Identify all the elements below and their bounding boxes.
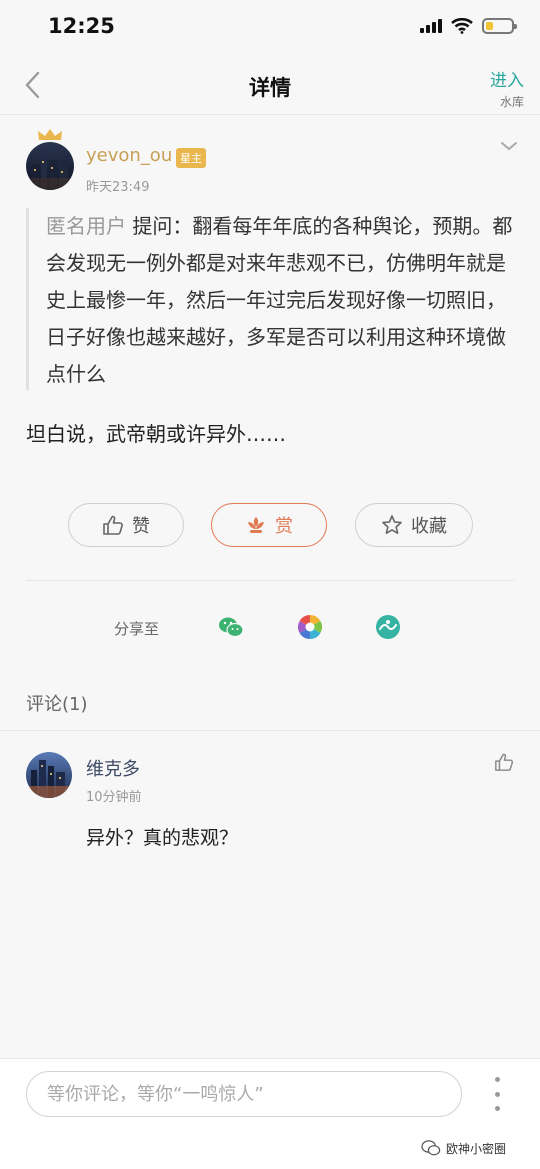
- wifi-icon: [451, 18, 473, 34]
- enter-sub-label: 水库: [499, 95, 524, 109]
- enter-button[interactable]: 进入 水库: [490, 66, 524, 110]
- composer-bar: 欧神小密圈: [0, 1058, 540, 1169]
- answer-text: 坦白说，武帝朝或许异外……: [26, 422, 286, 446]
- chevron-down-icon[interactable]: [500, 140, 518, 152]
- comments-divider: [0, 730, 540, 731]
- wechat-icon[interactable]: [217, 613, 245, 641]
- watermark-brand: 欧神小密圈: [420, 1139, 506, 1157]
- crown-icon: [38, 129, 62, 140]
- reward-button[interactable]: 赏: [211, 503, 327, 547]
- watermark-text: 欧神小密圈: [446, 1141, 507, 1156]
- comment-like-icon[interactable]: [494, 752, 514, 772]
- page-title: 详情: [249, 76, 291, 100]
- share-label: 分享至: [114, 620, 160, 638]
- like-label: 赞: [132, 516, 150, 537]
- actions-divider: [26, 580, 514, 581]
- comment-input[interactable]: [26, 1071, 462, 1117]
- star-icon: [382, 515, 402, 534]
- commenter-avatar[interactable]: [26, 752, 72, 798]
- favorite-label: 收藏: [411, 516, 447, 537]
- like-button[interactable]: 赞: [68, 503, 184, 547]
- comment-text: 异外？真的悲观？: [86, 827, 239, 849]
- quote-bar: [26, 208, 29, 390]
- nav-divider: [0, 114, 540, 115]
- enter-label: 进入: [490, 71, 524, 91]
- thumbs-up-icon: [103, 515, 123, 535]
- app-share-icon[interactable]: [374, 613, 402, 641]
- status-time: 12:25: [48, 14, 115, 38]
- battery-icon: [482, 18, 517, 34]
- question-text: 提问：翻看每年年底的各种舆论，预期。都会发现无一例外都是对来年悲观不已，仿佛明年…: [46, 214, 513, 386]
- status-icons: [420, 18, 517, 34]
- comment-time: 10分钟前: [86, 790, 142, 805]
- battery-fill: [486, 22, 494, 30]
- post-time: 昨天23:49: [86, 180, 150, 195]
- comments-title: 评论(1): [26, 694, 88, 715]
- more-options-icon[interactable]: [490, 1077, 504, 1111]
- owner-badge: 星主: [176, 148, 206, 168]
- wechat-watermark-icon: [421, 1140, 441, 1156]
- author-avatar[interactable]: [26, 142, 74, 190]
- commenter-name[interactable]: 维克多: [86, 755, 140, 781]
- cellular-signal-icon: [420, 19, 442, 33]
- favorite-button[interactable]: 收藏: [355, 503, 473, 547]
- lotus-icon: [248, 517, 264, 533]
- moments-icon[interactable]: [296, 613, 324, 641]
- question-block: 匿名用户 提问：翻看每年年底的各种舆论，预期。都会发现无一例外都是对来年悲观不已…: [46, 208, 516, 393]
- question-asker: 匿名用户: [46, 214, 126, 238]
- reward-label: 赏: [275, 516, 293, 537]
- author-name[interactable]: yevon_ou: [86, 145, 172, 166]
